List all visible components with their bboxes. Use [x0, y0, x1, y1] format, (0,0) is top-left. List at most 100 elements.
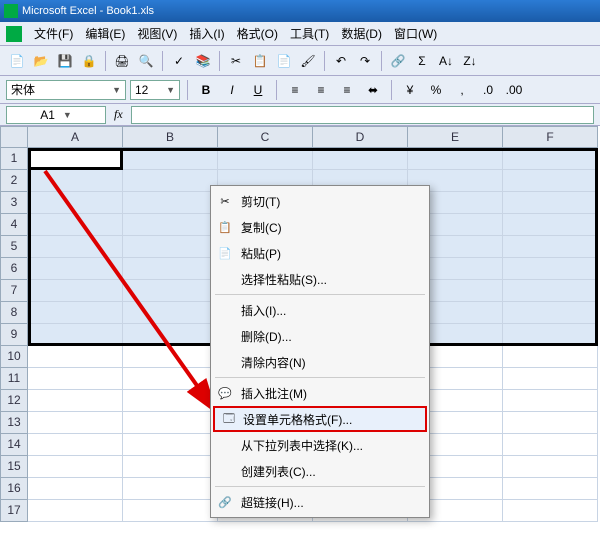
cell[interactable]: [123, 434, 218, 456]
cell[interactable]: [503, 390, 598, 412]
col-header[interactable]: F: [503, 126, 598, 148]
cell[interactable]: [123, 412, 218, 434]
comma-icon[interactable]: ,: [451, 79, 473, 101]
sort-desc-icon[interactable]: Z↓: [459, 50, 481, 72]
cell[interactable]: [28, 478, 123, 500]
redo-icon[interactable]: ↷: [354, 50, 376, 72]
row-header[interactable]: 17: [0, 500, 28, 522]
cm-copy[interactable]: 📋复制(C): [211, 214, 429, 240]
cell[interactable]: [503, 148, 598, 170]
col-header[interactable]: B: [123, 126, 218, 148]
cell[interactable]: [503, 324, 598, 346]
print-icon[interactable]: 🖨: [111, 50, 133, 72]
merge-icon[interactable]: ⬌: [362, 79, 384, 101]
col-header[interactable]: A: [28, 126, 123, 148]
fx-icon[interactable]: fx: [114, 107, 123, 122]
cell[interactable]: [123, 236, 218, 258]
select-all-corner[interactable]: [0, 126, 28, 148]
cell[interactable]: [123, 258, 218, 280]
cell[interactable]: [28, 412, 123, 434]
format-painter-icon[interactable]: 🖌: [297, 50, 319, 72]
cell[interactable]: [503, 214, 598, 236]
open-icon[interactable]: 📂: [30, 50, 52, 72]
percent-icon[interactable]: %: [425, 79, 447, 101]
align-left-icon[interactable]: ≡: [284, 79, 306, 101]
undo-icon[interactable]: ↶: [330, 50, 352, 72]
cell[interactable]: [28, 346, 123, 368]
row-header[interactable]: 1: [0, 148, 28, 170]
cell[interactable]: [503, 478, 598, 500]
menu-data[interactable]: 数据(D): [335, 23, 388, 44]
cm-delete[interactable]: 删除(D)...: [211, 323, 429, 349]
cm-insert[interactable]: 插入(I)...: [211, 297, 429, 323]
cut-icon[interactable]: ✂: [225, 50, 247, 72]
cell[interactable]: [123, 478, 218, 500]
cell[interactable]: [503, 412, 598, 434]
excel-icon[interactable]: [6, 26, 22, 42]
cm-create-list[interactable]: 创建列表(C)...: [211, 458, 429, 484]
cell[interactable]: [28, 214, 123, 236]
cell[interactable]: [503, 280, 598, 302]
cell[interactable]: [28, 170, 123, 192]
research-icon[interactable]: 📚: [192, 50, 214, 72]
permission-icon[interactable]: 🔒: [78, 50, 100, 72]
cell[interactable]: [28, 236, 123, 258]
cell[interactable]: [503, 434, 598, 456]
row-header[interactable]: 3: [0, 192, 28, 214]
formula-input[interactable]: [131, 106, 594, 124]
cell[interactable]: [503, 258, 598, 280]
row-header[interactable]: 2: [0, 170, 28, 192]
align-right-icon[interactable]: ≡: [336, 79, 358, 101]
menu-view[interactable]: 视图(V): [131, 23, 183, 44]
row-header[interactable]: 9: [0, 324, 28, 346]
paste-icon[interactable]: 📄: [273, 50, 295, 72]
row-header[interactable]: 5: [0, 236, 28, 258]
cm-insert-comment[interactable]: 💬插入批注(M): [211, 380, 429, 406]
save-icon[interactable]: 💾: [54, 50, 76, 72]
dec-inc-icon[interactable]: .0: [477, 79, 499, 101]
currency-icon[interactable]: ¥: [399, 79, 421, 101]
cell[interactable]: [503, 456, 598, 478]
cell[interactable]: [408, 148, 503, 170]
name-box[interactable]: A1 ▼: [6, 106, 106, 124]
menu-edit[interactable]: 编辑(E): [79, 23, 131, 44]
cell[interactable]: [28, 324, 123, 346]
cell[interactable]: [503, 346, 598, 368]
cell[interactable]: [28, 456, 123, 478]
cm-paste-special[interactable]: 选择性粘贴(S)...: [211, 266, 429, 292]
cell[interactable]: [28, 434, 123, 456]
cm-cut[interactable]: ✂剪切(T): [211, 188, 429, 214]
spell-icon[interactable]: ✓: [168, 50, 190, 72]
row-header[interactable]: 11: [0, 368, 28, 390]
menu-file[interactable]: 文件(F): [28, 23, 79, 44]
menu-format[interactable]: 格式(O): [231, 23, 284, 44]
row-header[interactable]: 16: [0, 478, 28, 500]
cell[interactable]: [28, 280, 123, 302]
cell[interactable]: [28, 500, 123, 522]
dec-dec-icon[interactable]: .00: [503, 79, 525, 101]
cell[interactable]: [123, 302, 218, 324]
menu-window[interactable]: 窗口(W): [388, 23, 443, 44]
cell[interactable]: [28, 368, 123, 390]
cell[interactable]: [503, 236, 598, 258]
cell[interactable]: [503, 500, 598, 522]
cell[interactable]: [123, 346, 218, 368]
col-header[interactable]: D: [313, 126, 408, 148]
cm-hyperlink[interactable]: 🔗超链接(H)...: [211, 489, 429, 515]
new-icon[interactable]: 📄: [6, 50, 28, 72]
cm-paste[interactable]: 📄粘贴(P): [211, 240, 429, 266]
row-header[interactable]: 6: [0, 258, 28, 280]
align-center-icon[interactable]: ≡: [310, 79, 332, 101]
cell[interactable]: [503, 192, 598, 214]
cell[interactable]: [218, 148, 313, 170]
italic-icon[interactable]: I: [221, 79, 243, 101]
row-header[interactable]: 13: [0, 412, 28, 434]
cell[interactable]: [28, 192, 123, 214]
cm-format-cells[interactable]: 🗔设置单元格格式(F)...: [213, 406, 427, 432]
cell[interactable]: [123, 170, 218, 192]
cell[interactable]: [28, 148, 123, 170]
font-select[interactable]: 宋体 ▼: [6, 80, 126, 100]
cell[interactable]: [28, 258, 123, 280]
cell[interactable]: [503, 368, 598, 390]
row-header[interactable]: 8: [0, 302, 28, 324]
